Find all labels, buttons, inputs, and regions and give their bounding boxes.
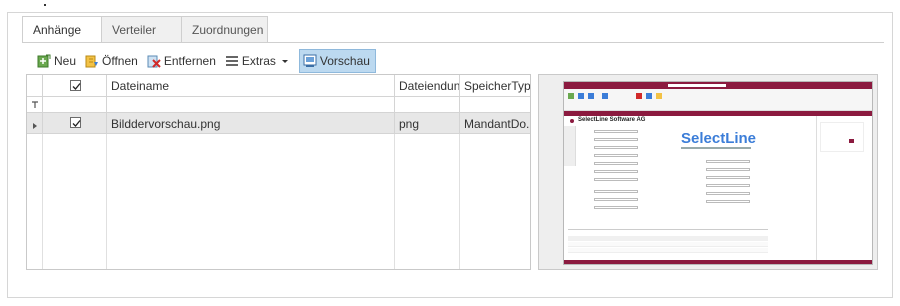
preview-field xyxy=(594,198,638,201)
preview-field xyxy=(594,146,638,149)
remove-icon xyxy=(147,55,161,68)
column-header-extension[interactable]: Dateiendung xyxy=(395,75,460,96)
preview-lower-row xyxy=(568,248,768,253)
filter-icon xyxy=(32,101,38,108)
column-header-storage-type[interactable]: SpeicherTyp xyxy=(460,75,530,96)
preview-titlebar xyxy=(564,82,872,89)
checkmark-icon xyxy=(72,120,81,127)
preview-left-nav xyxy=(564,126,576,166)
row-indicator-header xyxy=(27,75,43,96)
preview-company-name: SelectLine Software AG xyxy=(578,117,646,123)
preview-ribbon-icon xyxy=(588,93,594,99)
preview-lower-tabs xyxy=(568,226,768,230)
row-storage-type[interactable]: MandantDo... xyxy=(460,113,530,133)
preview-ribbon xyxy=(564,89,872,111)
table-row[interactable]: Bilddervorschau.png png MandantDo... xyxy=(27,113,530,134)
filter-cell-filename[interactable] xyxy=(107,97,395,112)
grid-header: Dateiname Dateiendung SpeicherTyp xyxy=(27,75,530,97)
preview-company-icon xyxy=(570,119,574,123)
preview-statusbar xyxy=(564,260,872,264)
preview-logo: SelectLine xyxy=(681,130,757,147)
preview-field xyxy=(706,168,750,171)
grid-column-line xyxy=(106,134,107,269)
row-check-cell[interactable] xyxy=(43,113,107,133)
column-header-filename[interactable]: Dateiname xyxy=(107,75,395,96)
open-label: Öffnen xyxy=(102,54,138,68)
new-label: Neu xyxy=(54,54,77,68)
new-icon xyxy=(37,54,51,68)
preview-logo-subline xyxy=(681,147,751,149)
preview-lower-header xyxy=(568,236,768,241)
tab-bar: Anhänge Verteiler Zuordnungen xyxy=(22,16,268,43)
extras-label: Extras xyxy=(241,54,276,68)
row-filename[interactable]: Bilddervorschau.png xyxy=(107,113,395,133)
preview-ribbon-icon xyxy=(578,93,584,99)
preview-field xyxy=(594,154,638,157)
remove-button[interactable]: Entfernen xyxy=(144,49,221,73)
row-pointer-icon xyxy=(33,123,37,129)
open-icon xyxy=(85,55,99,68)
select-all-column-header[interactable] xyxy=(43,75,107,96)
preview-field xyxy=(594,162,638,165)
preview-button[interactable]: Vorschau xyxy=(298,49,376,73)
preview-lower-row xyxy=(568,242,768,247)
preview-label: Vorschau xyxy=(319,54,370,68)
tab-assignments[interactable]: Zuordnungen xyxy=(182,16,268,43)
tab-divider xyxy=(22,42,884,43)
checkmark-icon xyxy=(72,83,81,90)
filter-cell-extension[interactable] xyxy=(395,97,460,112)
grid-column-line xyxy=(42,134,43,269)
preview-field xyxy=(594,206,638,209)
filter-row[interactable] xyxy=(27,97,530,113)
preview-field xyxy=(594,178,638,181)
preview-image: SelectLine Software AG SelectLine xyxy=(563,81,873,265)
dropdown-arrow-icon xyxy=(281,60,288,63)
extras-button[interactable]: Extras xyxy=(222,49,298,73)
row-extension[interactable]: png xyxy=(395,113,460,133)
preview-ribbon-icon xyxy=(656,93,662,99)
grid-column-line xyxy=(394,134,395,269)
new-button[interactable]: Neu xyxy=(34,49,81,73)
tab-distributor[interactable]: Verteiler xyxy=(102,16,182,43)
preview-field xyxy=(594,138,638,141)
tab-attachments[interactable]: Anhänge xyxy=(22,16,102,43)
toolbar: Neu Öffnen Entfernen Extras Vorschau xyxy=(34,49,377,73)
preview-calendar-today xyxy=(849,139,854,143)
preview-icon xyxy=(303,54,317,67)
grid-empty-area xyxy=(27,134,530,269)
grid-column-line xyxy=(459,134,460,269)
row-indicator xyxy=(27,113,43,133)
preview-sidebar-divider xyxy=(816,116,817,262)
preview-pane: SelectLine Software AG SelectLine xyxy=(538,74,878,270)
filter-cell-storage[interactable] xyxy=(460,97,530,112)
attachments-grid: Dateiname Dateiendung SpeicherTyp Bildde… xyxy=(26,74,531,270)
row-checkbox[interactable] xyxy=(70,117,81,128)
preview-field xyxy=(706,184,750,187)
menu-icon xyxy=(225,56,238,66)
preview-ribbon-icon xyxy=(602,93,608,99)
preview-field xyxy=(594,130,638,133)
preview-ribbon-icon xyxy=(568,93,574,99)
decorative-dot xyxy=(44,4,46,6)
preview-field xyxy=(594,190,638,193)
preview-field xyxy=(594,170,638,173)
preview-ribbon-icon xyxy=(636,93,642,99)
select-all-checkbox[interactable] xyxy=(70,80,81,91)
preview-field xyxy=(706,200,750,203)
preview-field xyxy=(706,192,750,195)
open-button[interactable]: Öffnen xyxy=(82,49,143,73)
preview-title-box xyxy=(667,83,727,88)
preview-calendar xyxy=(820,122,864,152)
remove-label: Entfernen xyxy=(163,54,216,68)
filter-row-indicator xyxy=(27,97,43,112)
preview-field xyxy=(706,160,750,163)
filter-cell-check[interactable] xyxy=(43,97,107,112)
preview-ribbon-icon xyxy=(646,93,652,99)
preview-field xyxy=(706,176,750,179)
preview-tabstrip xyxy=(564,111,872,116)
